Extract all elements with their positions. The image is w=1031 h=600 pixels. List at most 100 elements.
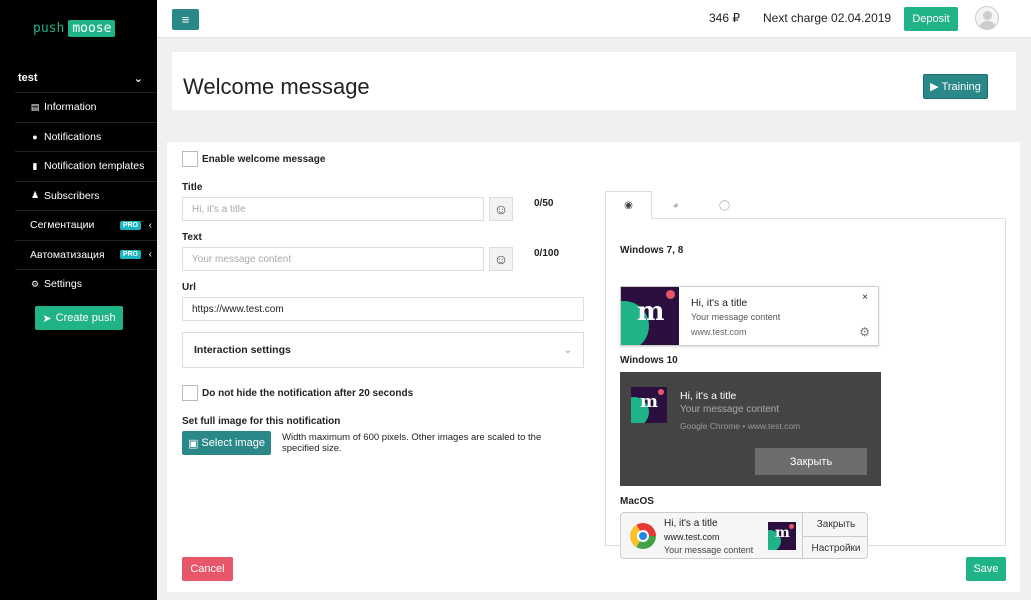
mac-site: www.test.com (664, 532, 720, 542)
sidebar-item-label: Сегментации (30, 219, 95, 232)
logo[interactable]: push moose (33, 20, 116, 37)
mac-title: Hi, it's a title (664, 518, 718, 529)
avatar[interactable] (975, 6, 999, 30)
next-charge: Next charge 02.04.2019 (763, 11, 892, 25)
balance: 346 ₽ (709, 11, 740, 25)
sidebar-item-label: Notification templates (44, 160, 145, 173)
project-selector[interactable]: test ⌄ (0, 64, 157, 92)
windows10-label: Windows 10 (620, 355, 678, 366)
gear-icon[interactable]: ⚙ (859, 325, 870, 339)
moose-logo-icon: m (631, 387, 667, 423)
chevron-left-icon: ‹ (148, 249, 152, 261)
save-button[interactable]: Save (966, 557, 1006, 581)
title-input[interactable]: Hi, it's a title (182, 197, 484, 221)
macos-notification: Hi, it's a title www.test.com Your messa… (620, 512, 868, 559)
sidebar-item-label: Information (44, 101, 97, 114)
welcome-form-card: Enable welcome message Title Hi, it's a … (167, 142, 1020, 592)
no-hide-row: Do not hide the notification after 20 se… (182, 385, 413, 401)
moose-logo-icon: m (621, 287, 679, 345)
pro-badge: PRO (119, 250, 141, 260)
smiley-icon: ☺ (493, 251, 509, 267)
win10-site: Google Chrome • www.test.com (680, 421, 801, 431)
create-push-button[interactable]: ➤ Create push (35, 306, 123, 330)
comment-icon: ● (32, 131, 38, 142)
win10-text: Your message content (680, 404, 780, 415)
project-name: test (18, 72, 38, 84)
create-push-label: Create push (55, 312, 116, 324)
win10-close-button[interactable]: Закрыть (755, 448, 867, 475)
interaction-settings-label: Interaction settings (194, 344, 291, 356)
tab-chrome[interactable]: ◉ (605, 191, 652, 220)
training-label: Training (941, 80, 981, 93)
chevron-down-icon: ⌄ (133, 72, 143, 85)
close-icon[interactable]: × (862, 292, 868, 303)
no-hide-checkbox[interactable] (182, 385, 198, 401)
sidebar-item-settings[interactable]: ⚙ Settings (15, 269, 157, 299)
windows78-label: Windows 7, 8 (620, 245, 684, 256)
firefox-icon: ◕ (672, 200, 679, 211)
win7-text: Your message content (691, 312, 781, 322)
tab-firefox[interactable]: ◕ (652, 191, 699, 220)
menu-toggle-button[interactable]: ≡ (172, 9, 199, 30)
cancel-button[interactable]: Cancel (182, 557, 233, 581)
title-counter: 0/50 (534, 198, 554, 209)
chrome-icon: ◉ (624, 200, 633, 211)
image-help-text: Width maximum of 600 pixels. Other image… (282, 432, 542, 454)
user-icon: ♟ (30, 190, 40, 201)
url-label: Url (182, 282, 196, 293)
avatar-head (983, 11, 992, 20)
interaction-settings-accordion[interactable]: Interaction settings ⌄ (182, 332, 584, 368)
select-image-label: Select image (201, 437, 265, 449)
mac-text: Your message content (664, 545, 754, 555)
file-icon: ▮ (32, 160, 38, 171)
sidebar-item-automation[interactable]: Автоматизация PRO ‹ (15, 239, 157, 270)
sidebar-item-label: Автоматизация (30, 248, 105, 261)
sidebar-item-information[interactable]: ▤ Information (15, 92, 157, 122)
deposit-button[interactable]: Deposit (904, 7, 958, 31)
preview-panel: Windows 7, 8 m Hi, it's a title Your mes… (605, 219, 1006, 559)
chrome-logo-icon (630, 523, 656, 549)
sidebar-item-label: Subscribers (44, 189, 100, 202)
text-input[interactable]: Your message content (182, 247, 484, 271)
mac-close-button[interactable]: Закрыть (803, 513, 867, 536)
sidebar-item-label: Notifications (44, 130, 102, 143)
image-file-icon: ▣ (188, 437, 199, 450)
training-button[interactable]: ▶ Training (923, 74, 988, 99)
sidebar-item-segmentation[interactable]: Сегментации PRO ‹ (15, 210, 157, 240)
page-title: Welcome message (183, 74, 370, 99)
win10-title: Hi, it's a title (680, 390, 737, 402)
play-icon: ▶ (930, 81, 939, 93)
text-label: Text (182, 232, 202, 243)
text-emoji-button[interactable]: ☺ (489, 247, 513, 271)
select-image-button[interactable]: ▣ Select image (182, 431, 271, 455)
title-emoji-button[interactable]: ☺ (489, 197, 513, 221)
logo-push: push (33, 21, 65, 36)
moose-logo-icon: m (768, 522, 796, 550)
win7-site: www.test.com (691, 327, 747, 337)
logo-moose: moose (68, 20, 116, 37)
mac-settings-button[interactable]: Настройки (803, 536, 867, 558)
mac-actions: Закрыть Настройки (802, 513, 867, 558)
chevron-left-icon: ‹ (148, 219, 152, 231)
notification-preview: ◉ ◕ ◯ Windows 7, 8 m Hi, it's a title Yo… (605, 191, 1006, 559)
no-hide-label: Do not hide the notification after 20 se… (202, 387, 414, 399)
chevron-down-icon: ⌄ (563, 344, 572, 356)
sidebar-item-label: Settings (44, 278, 82, 291)
enable-welcome-checkbox[interactable] (182, 151, 198, 167)
tab-opera[interactable]: ◯ (701, 191, 748, 220)
hamburger-icon: ≡ (181, 12, 190, 27)
sidebar-item-subscribers[interactable]: ♟ Subscribers (15, 180, 157, 211)
info-card-icon: ▤ (30, 101, 40, 112)
send-icon: ➤ (42, 312, 52, 325)
enable-welcome-label: Enable welcome message (202, 153, 326, 165)
macos-label: MacOS (620, 496, 654, 507)
pro-badge: PRO (119, 220, 141, 230)
sidebar-item-notification-templates[interactable]: ▮ Notification templates (15, 151, 157, 181)
enable-welcome-row: Enable welcome message (182, 151, 325, 167)
windows78-notification: m Hi, it's a title Your message content … (620, 286, 879, 346)
url-input[interactable]: https://www.test.com (182, 297, 584, 321)
image-label: Set full image for this notification (182, 416, 341, 427)
text-counter: 0/100 (534, 248, 560, 259)
sidebar-item-notifications[interactable]: ● Notifications (15, 121, 157, 152)
gear-icon: ⚙ (30, 278, 40, 289)
